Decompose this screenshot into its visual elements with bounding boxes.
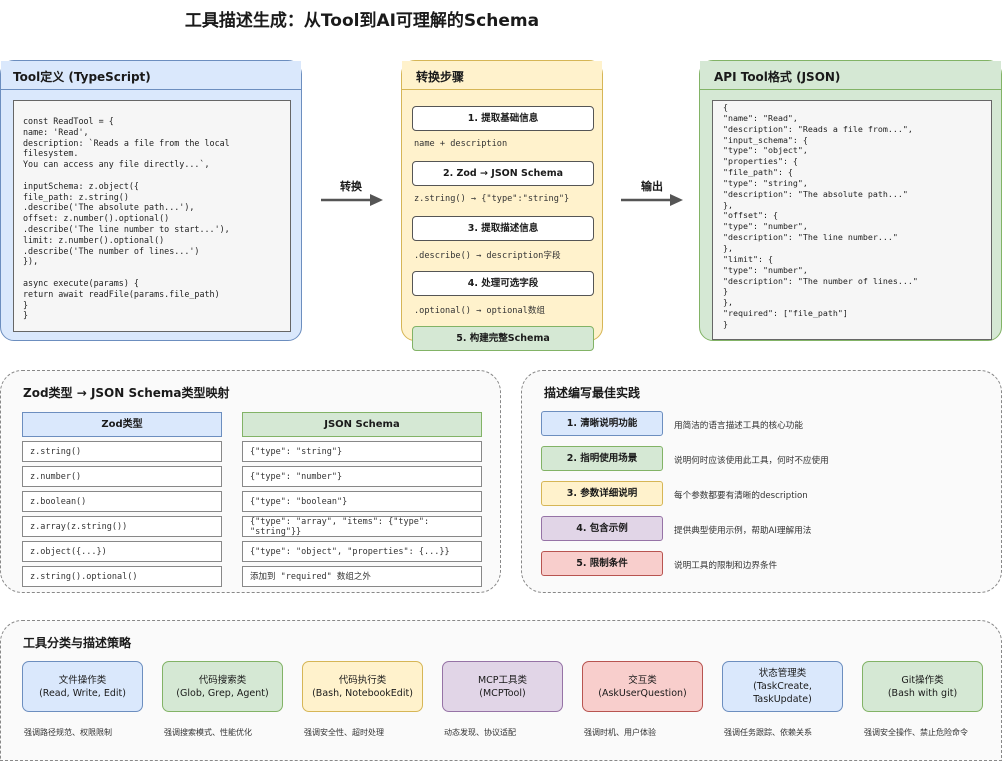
category-name: 代码搜索类 — [198, 674, 247, 686]
practice-5-box: 5. 限制条件 — [541, 551, 663, 576]
category-mcp-box: MCP工具类 (MCPTool) — [442, 661, 563, 712]
category-tools: (Bash, NotebookEdit) — [312, 687, 413, 699]
category-note: 强调安全操作、禁止危险命令 — [864, 728, 968, 737]
tool-categories-heading: 工具分类与描述策略 — [23, 636, 132, 650]
step-3-note: .describe() → description字段 — [414, 251, 561, 261]
best-practices-heading: 描述编写最佳实践 — [544, 386, 641, 400]
convert-arrow-icon — [321, 194, 383, 206]
category-code-search-box: 代码搜索类 (Glob, Grep, Agent) — [162, 661, 283, 712]
step-4-box: 4. 处理可选字段 — [412, 271, 594, 296]
category-tools: (TaskCreate, TaskUpdate) — [753, 681, 812, 705]
zod-type-cell: z.number() — [22, 466, 222, 487]
zod-type-cell: z.boolean() — [22, 491, 222, 512]
practice-2-box: 2. 指明使用场景 — [541, 446, 663, 471]
category-name: 状态管理类 — [758, 668, 807, 679]
zod-type-cell: z.array(z.string()) — [22, 516, 222, 537]
category-tools: (MCPTool) — [479, 687, 526, 699]
json-schema-cell: {"type": "object", "properties": {...}} — [242, 541, 482, 562]
category-note: 强调安全性、超时处理 — [304, 728, 384, 737]
api-tool-json-heading: API Tool格式 (JSON) — [700, 61, 1001, 90]
category-name: 代码执行类 — [338, 674, 387, 686]
category-state-box: 状态管理类 (TaskCreate, TaskUpdate) — [722, 661, 843, 712]
step-2-box: 2. Zod → JSON Schema — [412, 161, 594, 186]
diagram-title: 工具描述生成：从Tool到AI可理解的Schema — [184, 11, 540, 31]
practice-1-box: 1. 清晰说明功能 — [541, 411, 663, 436]
category-note: 强调时机、用户体验 — [584, 728, 656, 737]
api-tool-json-panel: API Tool格式 (JSON) { "name": "Read", "des… — [699, 60, 1002, 341]
category-file-ops-box: 文件操作类 (Read, Write, Edit) — [22, 661, 143, 712]
zod-type-cell: z.string().optional() — [22, 566, 222, 587]
category-tools: (Bash with git) — [887, 687, 958, 699]
category-interaction-box: 交互类 (AskUserQuestion) — [582, 661, 703, 712]
tool-definition-panel: Tool定义 (TypeScript) const ReadTool = { n… — [0, 60, 302, 341]
api-tool-json-code: { "name": "Read", "description": "Reads … — [712, 100, 992, 340]
category-note: 强调搜索模式、性能优化 — [164, 728, 252, 737]
zod-type-cell: z.string() — [22, 441, 222, 462]
category-name: Git操作类 — [901, 674, 944, 686]
category-tools: (AskUserQuestion) — [598, 687, 687, 699]
category-tools: (Read, Write, Edit) — [39, 687, 126, 699]
step-4-note: .optional() → optional数组 — [414, 306, 546, 316]
category-note: 强调任务跟踪、依赖关系 — [724, 728, 812, 737]
json-schema-cell: 添加到 "required" 数组之外 — [242, 566, 482, 587]
category-note: 强调路径规范、权限限制 — [24, 728, 112, 737]
json-schema-column-header: JSON Schema — [242, 412, 482, 437]
practice-3-box: 3. 参数详细说明 — [541, 481, 663, 506]
category-note: 动态发现、协议适配 — [444, 728, 516, 737]
json-schema-cell: {"type": "boolean"} — [242, 491, 482, 512]
tool-categories-section: 工具分类与描述策略 文件操作类 (Read, Write, Edit) 强调路径… — [0, 620, 1002, 761]
category-git-box: Git操作类 (Bash with git) — [862, 661, 983, 712]
step-5-box: 5. 构建完整Schema — [412, 326, 594, 351]
step-3-box: 3. 提取描述信息 — [412, 216, 594, 241]
practice-5-text: 说明工具的限制和边界条件 — [674, 561, 778, 571]
json-schema-cell: {"type": "number"} — [242, 466, 482, 487]
json-schema-cell: {"type": "string"} — [242, 441, 482, 462]
output-arrow-icon — [621, 194, 683, 206]
type-mapping-section: Zod类型 → JSON Schema类型映射 Zod类型 JSON Schem… — [0, 370, 501, 593]
zod-type-cell: z.object({...}) — [22, 541, 222, 562]
tool-definition-code: const ReadTool = { name: 'Read', descrip… — [13, 100, 291, 332]
practice-4-text: 提供典型使用示例，帮助AI理解用法 — [674, 526, 812, 536]
category-name: MCP工具类 — [477, 674, 528, 686]
category-name: 交互类 — [628, 674, 657, 686]
json-schema-cell: {"type": "array", "items": {"type": "str… — [242, 516, 482, 537]
tool-definition-heading: Tool定义 (TypeScript) — [1, 61, 301, 90]
practice-4-box: 4. 包含示例 — [541, 516, 663, 541]
practice-2-text: 说明何时应该使用此工具，何时不应使用 — [674, 456, 829, 466]
category-tools: (Glob, Grep, Agent) — [176, 687, 269, 699]
category-name: 文件操作类 — [58, 674, 107, 686]
practice-3-text: 每个参数都要有清晰的description — [674, 491, 808, 501]
step-1-box: 1. 提取基础信息 — [412, 106, 594, 131]
zod-type-column-header: Zod类型 — [22, 412, 222, 437]
conversion-steps-panel: 转换步骤 1. 提取基础信息 name + description 2. Zod… — [401, 60, 603, 351]
best-practices-section: 描述编写最佳实践 1. 清晰说明功能 用简洁的语言描述工具的核心功能 2. 指明… — [521, 370, 1002, 593]
step-2-note: z.string() → {"type":"string"} — [414, 194, 570, 204]
conversion-steps-heading: 转换步骤 — [402, 61, 602, 90]
practice-1-text: 用简洁的语言描述工具的核心功能 — [674, 421, 803, 431]
category-code-exec-box: 代码执行类 (Bash, NotebookEdit) — [302, 661, 423, 712]
step-1-note: name + description — [414, 139, 508, 149]
type-mapping-heading: Zod类型 → JSON Schema类型映射 — [23, 386, 230, 400]
